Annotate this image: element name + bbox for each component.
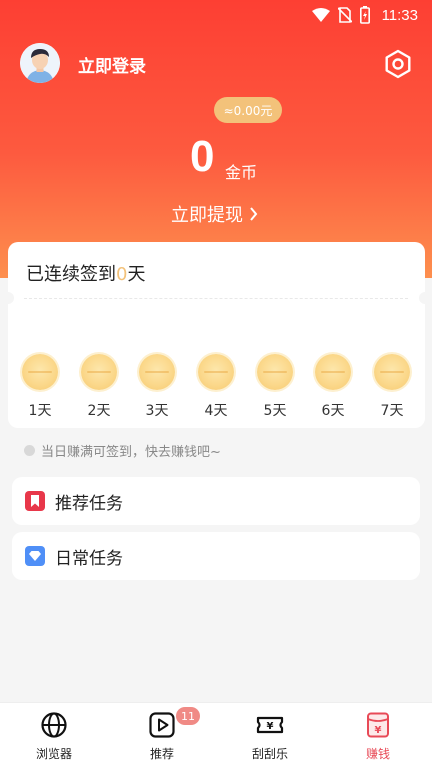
- withdraw-label: 立即提现: [171, 205, 243, 226]
- coin-icon: [139, 354, 175, 390]
- settings-hexagon-icon: [385, 49, 411, 79]
- checkin-card: 已连续签到0天 1天 2天 3天 4天 5天 6天 7天: [2, 242, 431, 428]
- recommend-tasks-label: 推荐任务: [55, 493, 123, 514]
- day-label: 7天: [380, 403, 404, 419]
- tab-earn-label: 赚钱: [365, 747, 390, 761]
- checkin-tip: 当日赚满可签到，快去赚钱吧~: [24, 441, 221, 460]
- checkin-day-7[interactable]: 7天: [374, 354, 410, 420]
- coin-icon: [22, 354, 58, 390]
- day-label: 4天: [204, 403, 228, 419]
- info-dot-icon: [24, 445, 35, 456]
- wifi-icon: [311, 8, 330, 22]
- checkin-day-2[interactable]: 2天: [81, 354, 117, 420]
- coin-count: 0: [190, 132, 215, 181]
- tab-scratch-label: 刮刮乐: [251, 747, 288, 761]
- checkin-title: 已连续签到0天: [26, 260, 145, 286]
- header-banner: [0, 0, 432, 278]
- coin-icon: [374, 354, 410, 390]
- day-label: 5天: [263, 403, 287, 419]
- tab-earn[interactable]: ¥ 赚钱: [324, 703, 432, 768]
- status-bar: 11:33: [0, 0, 432, 30]
- day-label: 6天: [321, 403, 345, 419]
- recommend-tasks-row[interactable]: 推荐任务: [12, 477, 420, 525]
- checkin-tip-text: 当日赚满可签到，快去赚钱吧~: [41, 445, 221, 460]
- no-sim-icon: [337, 7, 352, 23]
- tab-scratch[interactable]: ¥ 刮刮乐: [216, 703, 324, 768]
- checkin-day-1[interactable]: 1天: [22, 354, 58, 420]
- coin-icon: [257, 354, 293, 390]
- coin-icon: [198, 354, 234, 390]
- checkin-title-suffix: 天: [127, 264, 146, 285]
- svg-text:¥: ¥: [267, 721, 274, 732]
- user-avatar-icon: [20, 43, 60, 83]
- card-notch-left: [2, 292, 14, 304]
- withdraw-button[interactable]: 立即提现: [171, 201, 258, 227]
- tab-recommend-label: 推荐: [149, 747, 174, 761]
- bookmark-icon: [25, 491, 45, 511]
- status-time: 11:33: [381, 6, 418, 24]
- notification-badge: 11: [176, 707, 200, 725]
- bottom-tab-bar: 浏览器 11 推荐 ¥ 刮刮乐 ¥ 赚钱: [0, 702, 432, 768]
- checkin-day-5[interactable]: 5天: [257, 354, 293, 420]
- checkin-day-3[interactable]: 3天: [139, 354, 175, 420]
- play-icon: [149, 712, 175, 738]
- tab-browser[interactable]: 浏览器: [0, 703, 108, 768]
- ticket-icon: ¥: [256, 716, 284, 734]
- day-label: 2天: [87, 403, 111, 419]
- battery-icon: [359, 6, 370, 24]
- coin-icon: [81, 354, 117, 390]
- globe-icon: [41, 712, 67, 738]
- avatar[interactable]: [20, 43, 60, 83]
- coin-icon: [315, 354, 351, 390]
- diamond-icon: [25, 546, 45, 566]
- tab-browser-label: 浏览器: [35, 747, 72, 761]
- day-label: 1天: [28, 403, 52, 419]
- card-notch-right: [419, 292, 431, 304]
- divider: [24, 298, 408, 299]
- wallet-icon: ¥: [367, 712, 389, 738]
- daily-tasks-label: 日常任务: [55, 548, 123, 569]
- checkin-days: 1天 2天 3天 4天 5天 6天 7天: [22, 354, 412, 419]
- svg-text:¥: ¥: [375, 725, 382, 736]
- checkin-streak: 0: [116, 264, 128, 285]
- login-link[interactable]: 立即登录: [78, 52, 146, 77]
- checkin-day-4[interactable]: 4天: [198, 354, 234, 420]
- settings-button[interactable]: [382, 48, 414, 80]
- approx-amount-badge: ≈0.00元: [214, 97, 282, 123]
- chevron-right-icon: [250, 207, 258, 221]
- day-label: 3天: [145, 403, 169, 419]
- daily-tasks-row[interactable]: 日常任务: [12, 532, 420, 580]
- tab-recommend[interactable]: 11 推荐: [108, 703, 216, 768]
- checkin-day-6[interactable]: 6天: [315, 354, 351, 420]
- coin-unit: 金币: [225, 163, 258, 182]
- checkin-title-prefix: 已连续签到: [26, 264, 116, 285]
